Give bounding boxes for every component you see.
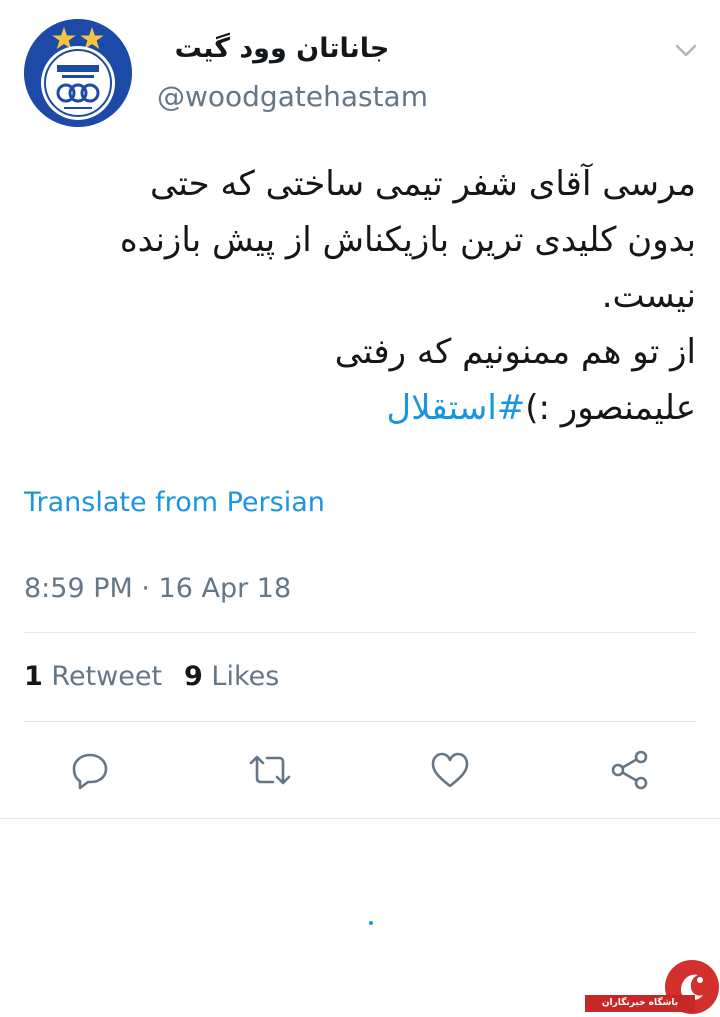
esteghlal-logo-icon: [24, 19, 132, 127]
translate-link[interactable]: Translate from Persian: [24, 485, 325, 521]
divider: [24, 721, 696, 722]
like-icon[interactable]: [428, 748, 472, 792]
loading-dot: [369, 921, 373, 925]
likes-label: Likes: [211, 661, 280, 692]
tweet-detail-screen: جاناتان وود گیت @woodgatehastam مرسی آقا…: [0, 0, 720, 1017]
tweet-line: از تو هم ممنونیم که رفتی: [334, 332, 696, 372]
retweet-icon[interactable]: [248, 748, 292, 792]
tweet-timestamp[interactable]: 8:59 PM · 16 Apr 18: [24, 571, 291, 607]
tweet-line: مرسی آقای شفر تیمی ساختی که حتی: [150, 164, 696, 204]
chevron-down-icon[interactable]: [672, 36, 700, 64]
tweet-line: نیست.: [601, 276, 696, 316]
likes-stat[interactable]: 9 Likes: [184, 661, 279, 692]
tweet-text: مرسی آقای شفر تیمی ساختی که حتی بدون کلی…: [24, 156, 696, 436]
watermark: باشگاه خبرنگاران: [585, 958, 720, 1017]
display-name[interactable]: جاناتان وود گیت: [157, 31, 407, 67]
share-icon[interactable]: [608, 748, 652, 792]
avatar[interactable]: [24, 19, 132, 127]
retweets-stat[interactable]: 1 Retweet: [24, 661, 162, 692]
tweet-line: بدون کلیدی ترین بازیکناش از پیش بازنده: [119, 220, 696, 260]
tweet-line-text: علیمنصور :): [525, 388, 696, 428]
watermark-label: باشگاه خبرنگاران: [585, 995, 695, 1012]
hashtag-link[interactable]: #استقلال: [386, 388, 525, 428]
retweets-count: 1: [24, 661, 43, 692]
likes-count: 9: [184, 661, 203, 692]
user-handle[interactable]: @woodgatehastam: [157, 79, 428, 115]
tweet-line: علیمنصور :)#استقلال: [354, 380, 696, 436]
reply-icon[interactable]: [68, 748, 112, 792]
retweets-label: Retweet: [51, 661, 163, 692]
divider: [24, 632, 696, 633]
divider: [0, 818, 720, 819]
engagement-stats: 1 Retweet 9 Likes: [24, 659, 279, 695]
